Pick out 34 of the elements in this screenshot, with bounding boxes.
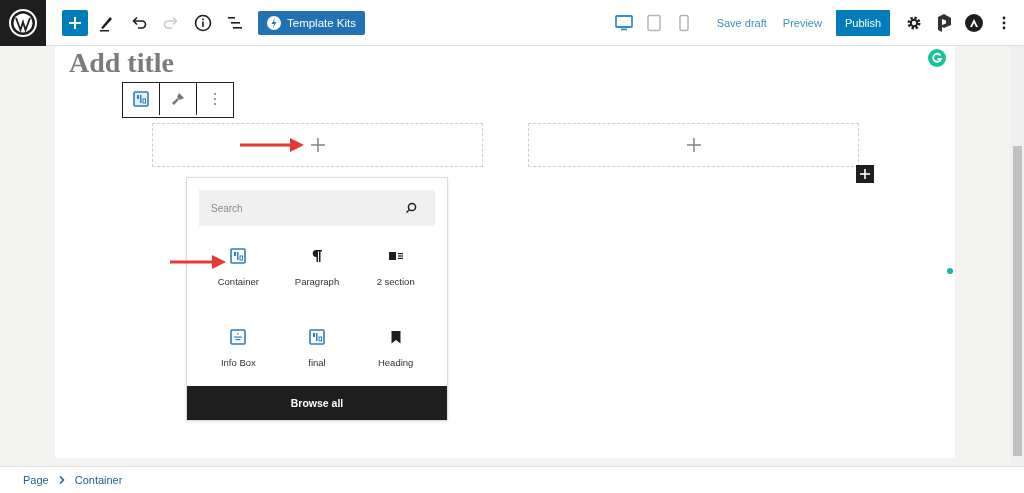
add-icon[interactable] — [310, 138, 325, 152]
plus-icon — [860, 169, 870, 179]
add-block-button[interactable] — [856, 165, 874, 183]
container-icon — [230, 248, 247, 264]
chevron-right-icon — [58, 476, 65, 484]
arrow-annotation — [170, 255, 226, 269]
scrollbar-thumb[interactable] — [1012, 146, 1022, 456]
block-item[interactable]: Paragraph — [277, 248, 357, 305]
arrow-annotation — [240, 138, 304, 152]
desktop-icon — [613, 12, 634, 33]
breadcrumb-link[interactable]: Page — [23, 474, 49, 486]
bolt-icon — [267, 15, 281, 30]
container-icon — [309, 329, 325, 345]
status-dot — [947, 268, 953, 274]
preview-button[interactable]: Preview — [782, 16, 822, 29]
add-icon[interactable] — [686, 138, 701, 152]
search-icon — [405, 202, 417, 214]
save-draft-button[interactable]: Save draft — [716, 16, 767, 29]
template-kits-button[interactable]: Template Kits — [258, 10, 366, 35]
plus-icon — [68, 15, 82, 30]
post-title[interactable]: Add title — [69, 46, 174, 80]
info-box-icon — [230, 329, 247, 345]
avatar-logo-icon[interactable] — [964, 12, 984, 33]
browse-all-button[interactable]: Browse all — [187, 386, 447, 420]
info-icon — [193, 12, 213, 33]
block-item[interactable]: Info Box — [199, 329, 278, 386]
block-item[interactable]: Heading — [356, 329, 435, 386]
block-item[interactable]: final — [277, 329, 357, 386]
publish-button[interactable]: Publish — [835, 9, 890, 36]
search-field[interactable]: Search — [199, 190, 435, 226]
block-item[interactable]: Container — [199, 248, 278, 305]
breadcrumb-link[interactable]: Container — [74, 474, 123, 486]
wordpress-logo[interactable] — [0, 0, 46, 46]
block-item[interactable]: 2 section — [356, 248, 435, 305]
